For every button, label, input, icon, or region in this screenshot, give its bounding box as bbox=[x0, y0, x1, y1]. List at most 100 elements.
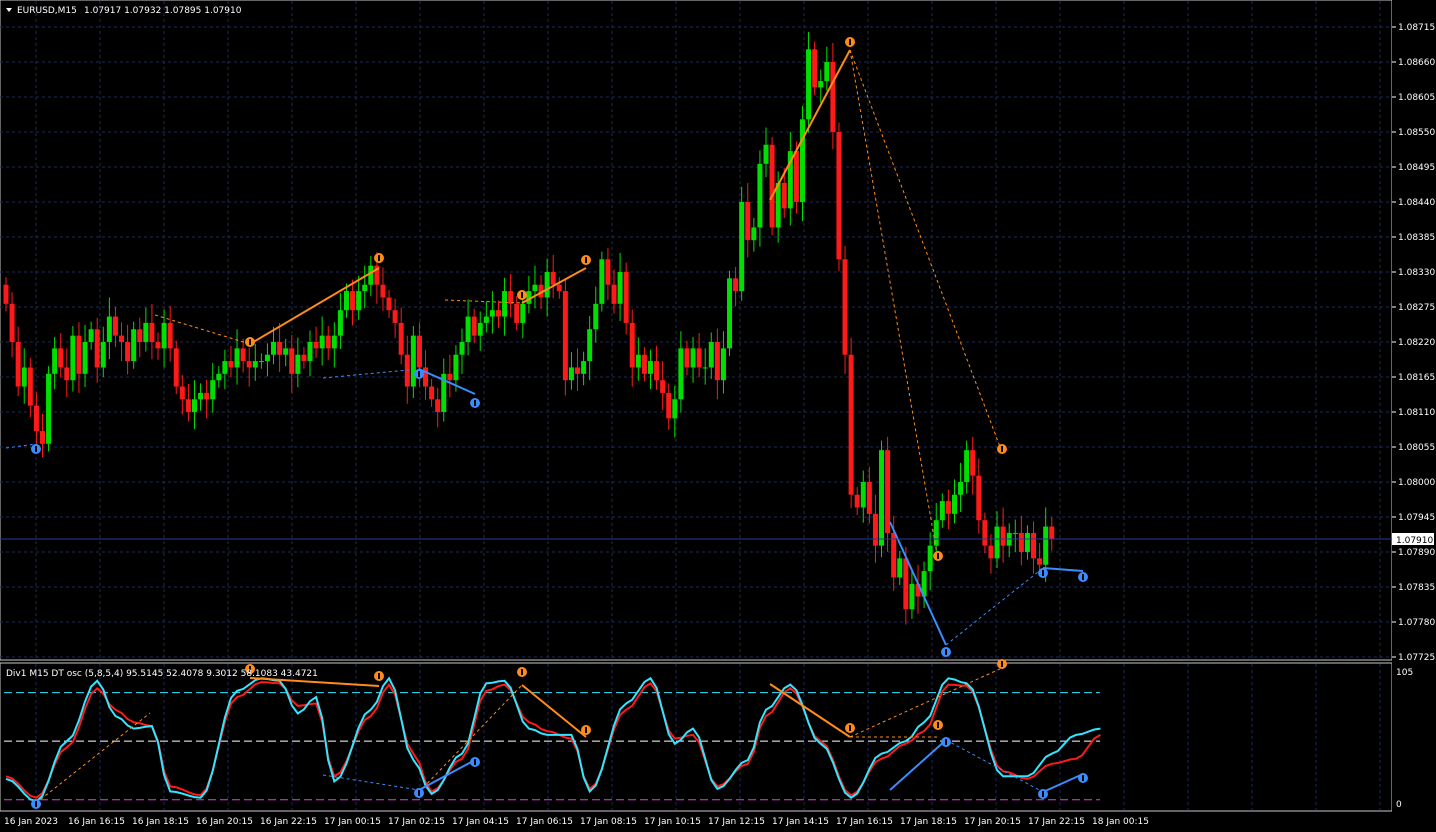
up-arrow-marker-icon bbox=[1042, 570, 1044, 576]
time-tick-label: 17 Jan 20:15 bbox=[964, 817, 1021, 827]
time-tick-label: 16 Jan 22:15 bbox=[260, 817, 317, 827]
price-tick-label: 1.08550 bbox=[1398, 128, 1435, 138]
time-tick-label: 16 Jan 20:15 bbox=[196, 817, 253, 827]
candle-bear bbox=[392, 310, 398, 323]
candle-bull bbox=[489, 310, 495, 317]
down-arrow-marker-icon bbox=[585, 257, 587, 263]
candle-bull bbox=[568, 367, 574, 381]
candle-bear bbox=[350, 291, 356, 311]
price-tick-label: 1.07835 bbox=[1398, 583, 1435, 593]
candle-bull bbox=[544, 272, 550, 298]
candle-bear bbox=[611, 284, 617, 304]
candle-bear bbox=[1049, 526, 1055, 540]
candle-bull bbox=[708, 342, 714, 368]
candle-bear bbox=[435, 399, 441, 412]
candle-bear bbox=[313, 342, 319, 349]
candle-bull bbox=[161, 322, 167, 349]
symbol-timeframe: EURUSD,M15 bbox=[17, 6, 77, 16]
candle-bear bbox=[3, 284, 9, 304]
up-arrow-marker-icon bbox=[474, 759, 476, 765]
candle-bull bbox=[264, 354, 270, 362]
up-arrow-marker-icon bbox=[945, 739, 947, 745]
candle-bear bbox=[429, 386, 435, 400]
candle-bear bbox=[976, 475, 982, 521]
candle-bull bbox=[483, 316, 489, 323]
candle-bear bbox=[246, 361, 252, 368]
candle-bear bbox=[404, 354, 410, 387]
candle-bear bbox=[1037, 558, 1043, 565]
candle-bear bbox=[1000, 526, 1006, 546]
candle-bull bbox=[994, 526, 1000, 559]
candle-bear bbox=[1031, 532, 1037, 559]
candle-bear bbox=[325, 335, 331, 349]
up-arrow-marker-icon bbox=[945, 649, 947, 655]
candle-bear bbox=[891, 532, 897, 578]
candle-bear bbox=[167, 322, 173, 349]
osc-tick-label: 105 bbox=[1396, 668, 1413, 678]
candle-bull bbox=[356, 291, 362, 311]
oscillator-panel[interactable] bbox=[0, 662, 1393, 812]
candle-bull bbox=[21, 367, 27, 387]
price-tick-label: 1.08165 bbox=[1398, 373, 1435, 383]
candle-bear bbox=[945, 501, 951, 514]
candle-bull bbox=[672, 399, 678, 419]
price-tick-label: 1.08275 bbox=[1398, 303, 1435, 313]
candle-bull bbox=[465, 316, 471, 342]
candle-bear bbox=[9, 303, 15, 342]
candle-bull bbox=[210, 380, 216, 400]
candle-bear bbox=[769, 144, 775, 228]
time-tick-label: 17 Jan 18:15 bbox=[900, 817, 957, 827]
candle-bull bbox=[751, 227, 757, 241]
candle-bear bbox=[137, 329, 143, 342]
price-axis bbox=[1392, 0, 1436, 812]
candle-bull bbox=[720, 348, 726, 381]
candle-bull bbox=[927, 545, 933, 572]
candle-bull bbox=[88, 329, 94, 342]
candle-bull bbox=[939, 501, 945, 521]
candle-bull bbox=[477, 322, 483, 336]
price-tick-label: 1.08495 bbox=[1398, 163, 1435, 173]
candle-bear bbox=[33, 405, 39, 432]
price-tick-label: 1.07945 bbox=[1398, 513, 1435, 523]
candle-bear bbox=[447, 373, 453, 381]
down-arrow-marker-icon bbox=[937, 722, 939, 728]
candle-bull bbox=[617, 272, 623, 304]
candle-bull bbox=[757, 163, 763, 228]
candle-bull bbox=[647, 361, 653, 374]
down-arrow-marker-icon bbox=[849, 725, 851, 731]
time-tick-label: 17 Jan 04:15 bbox=[452, 817, 509, 827]
candle-bear bbox=[471, 316, 477, 336]
price-tick-label: 1.08605 bbox=[1398, 93, 1435, 103]
candle-bull bbox=[1043, 526, 1049, 565]
candle-bear bbox=[684, 348, 690, 368]
candle-bear bbox=[15, 342, 21, 387]
price-tick-label: 1.08660 bbox=[1398, 58, 1435, 68]
candle-bear bbox=[903, 558, 909, 610]
down-arrow-marker-icon bbox=[937, 553, 939, 559]
candle-bull bbox=[131, 329, 137, 362]
candle-bull bbox=[502, 291, 508, 317]
candle-bear bbox=[660, 380, 666, 393]
candle-bull bbox=[909, 583, 915, 610]
candle-bear bbox=[623, 272, 629, 323]
price-tick-label: 1.07725 bbox=[1398, 653, 1435, 663]
candle-bear bbox=[854, 494, 860, 508]
candle-bear bbox=[885, 450, 891, 533]
up-arrow-marker-icon bbox=[35, 446, 37, 452]
candle-bull bbox=[1012, 532, 1018, 534]
trading-chart[interactable]: 1.08715 1.08660 1.08605 1.08550 1.08495 1.084… bbox=[0, 0, 1436, 832]
candle-bear bbox=[185, 399, 191, 412]
candle-bull bbox=[319, 335, 325, 349]
price-tick-label: 1.08385 bbox=[1398, 233, 1435, 243]
candle-bear bbox=[398, 322, 404, 355]
candle-bear bbox=[508, 291, 514, 304]
candle-bear bbox=[812, 49, 818, 88]
candle-bull bbox=[1024, 532, 1030, 552]
candle-bear bbox=[550, 272, 556, 285]
candle-bear bbox=[575, 367, 581, 374]
down-arrow-marker-icon bbox=[378, 255, 380, 261]
main-price-panel[interactable] bbox=[0, 0, 1393, 661]
candle-bull bbox=[70, 335, 76, 381]
candle-bull bbox=[635, 354, 641, 368]
candle-bull bbox=[337, 310, 343, 336]
